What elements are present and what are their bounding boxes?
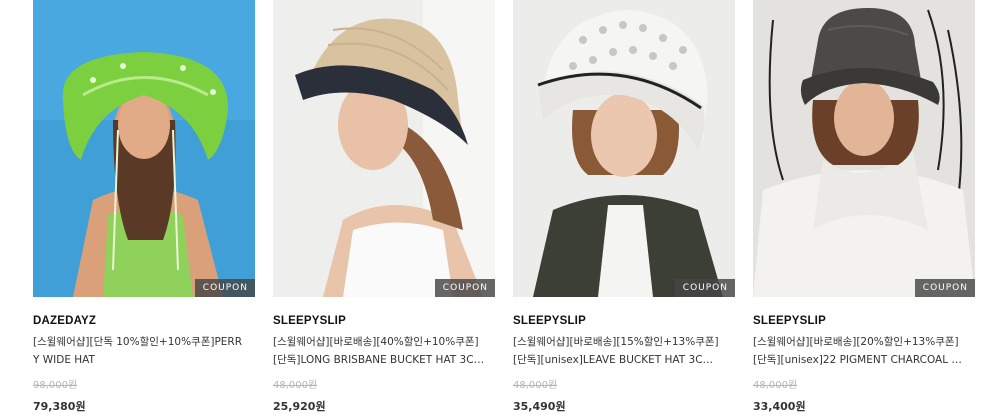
product-title-line: Y WIDE HAT — [33, 354, 95, 366]
coupon-badge: COUPON — [914, 279, 975, 297]
product-card[interactable]: COUPON SLEEPYSLIP [스윌웨어샵][바로배송][40%할인+10… — [273, 0, 495, 413]
sale-price: 25,920원 — [273, 400, 326, 413]
product-photo-green-wide-hat — [33, 0, 255, 297]
coupon-badge: COUPON — [194, 279, 255, 297]
product-photo-straw-bucket-hat — [273, 0, 495, 297]
product-title-line: [단독][unisex]LEAVE BUCKET HAT 3C… — [513, 354, 714, 366]
sale-price: 33,400원 — [753, 400, 806, 413]
product-title-line: [스윌웨어샵][바로배송][15%할인+13%쿠폰] — [513, 336, 719, 348]
product-title-line: [스윌웨어샵][단독 10%할인+10%쿠폰]PERR — [33, 336, 243, 348]
sale-price: 79,380원 — [33, 400, 86, 413]
product-card[interactable]: COUPON DAZEDAYZ [스윌웨어샵][단독 10%할인+10%쿠폰]P… — [33, 0, 255, 413]
brand-name[interactable]: SLEEPYSLIP — [513, 314, 735, 328]
product-image[interactable]: COUPON — [33, 0, 255, 297]
product-photo-white-crochet-hat — [513, 0, 735, 297]
brand-name[interactable]: DAZEDAYZ — [33, 314, 255, 328]
product-title-line: [스윌웨어샵][바로배송][40%할인+10%쿠폰] — [273, 336, 479, 348]
product-title[interactable]: [스윌웨어샵][바로배송][15%할인+13%쿠폰] [단독][unisex]L… — [513, 333, 735, 369]
product-title[interactable]: [스윌웨어샵][단독 10%할인+10%쿠폰]PERR Y WIDE HAT — [33, 333, 255, 369]
brand-name[interactable]: SLEEPYSLIP — [273, 314, 495, 328]
original-price: 48,000원 — [513, 380, 558, 391]
product-card[interactable]: COUPON SLEEPYSLIP [스윌웨어샵][바로배송][20%할인+13… — [753, 0, 975, 413]
original-price: 48,000원 — [753, 380, 798, 391]
product-image[interactable]: COUPON — [513, 0, 735, 297]
product-card[interactable]: COUPON SLEEPYSLIP [스윌웨어샵][바로배송][15%할인+13… — [513, 0, 735, 413]
product-title[interactable]: [스윌웨어샵][바로배송][20%할인+13%쿠폰] [단독][unisex]2… — [753, 333, 975, 369]
product-photo-charcoal-bucket-hat — [753, 0, 975, 297]
coupon-badge: COUPON — [434, 279, 495, 297]
product-title-line: [단독][unisex]22 PIGMENT CHARCOAL … — [753, 354, 962, 366]
coupon-badge: COUPON — [674, 279, 735, 297]
product-image[interactable]: COUPON — [273, 0, 495, 297]
original-price: 48,000원 — [273, 380, 318, 391]
sale-price: 35,490원 — [513, 400, 566, 413]
product-title[interactable]: [스윌웨어샵][바로배송][40%할인+10%쿠폰] [단독]LONG BRIS… — [273, 333, 495, 369]
product-image[interactable]: COUPON — [753, 0, 975, 297]
original-price: 98,000원 — [33, 380, 78, 391]
product-title-line: [단독]LONG BRISBANE BUCKET HAT 3C… — [273, 354, 485, 366]
product-title-line: [스윌웨어샵][바로배송][20%할인+13%쿠폰] — [753, 336, 959, 348]
brand-name[interactable]: SLEEPYSLIP — [753, 314, 975, 328]
